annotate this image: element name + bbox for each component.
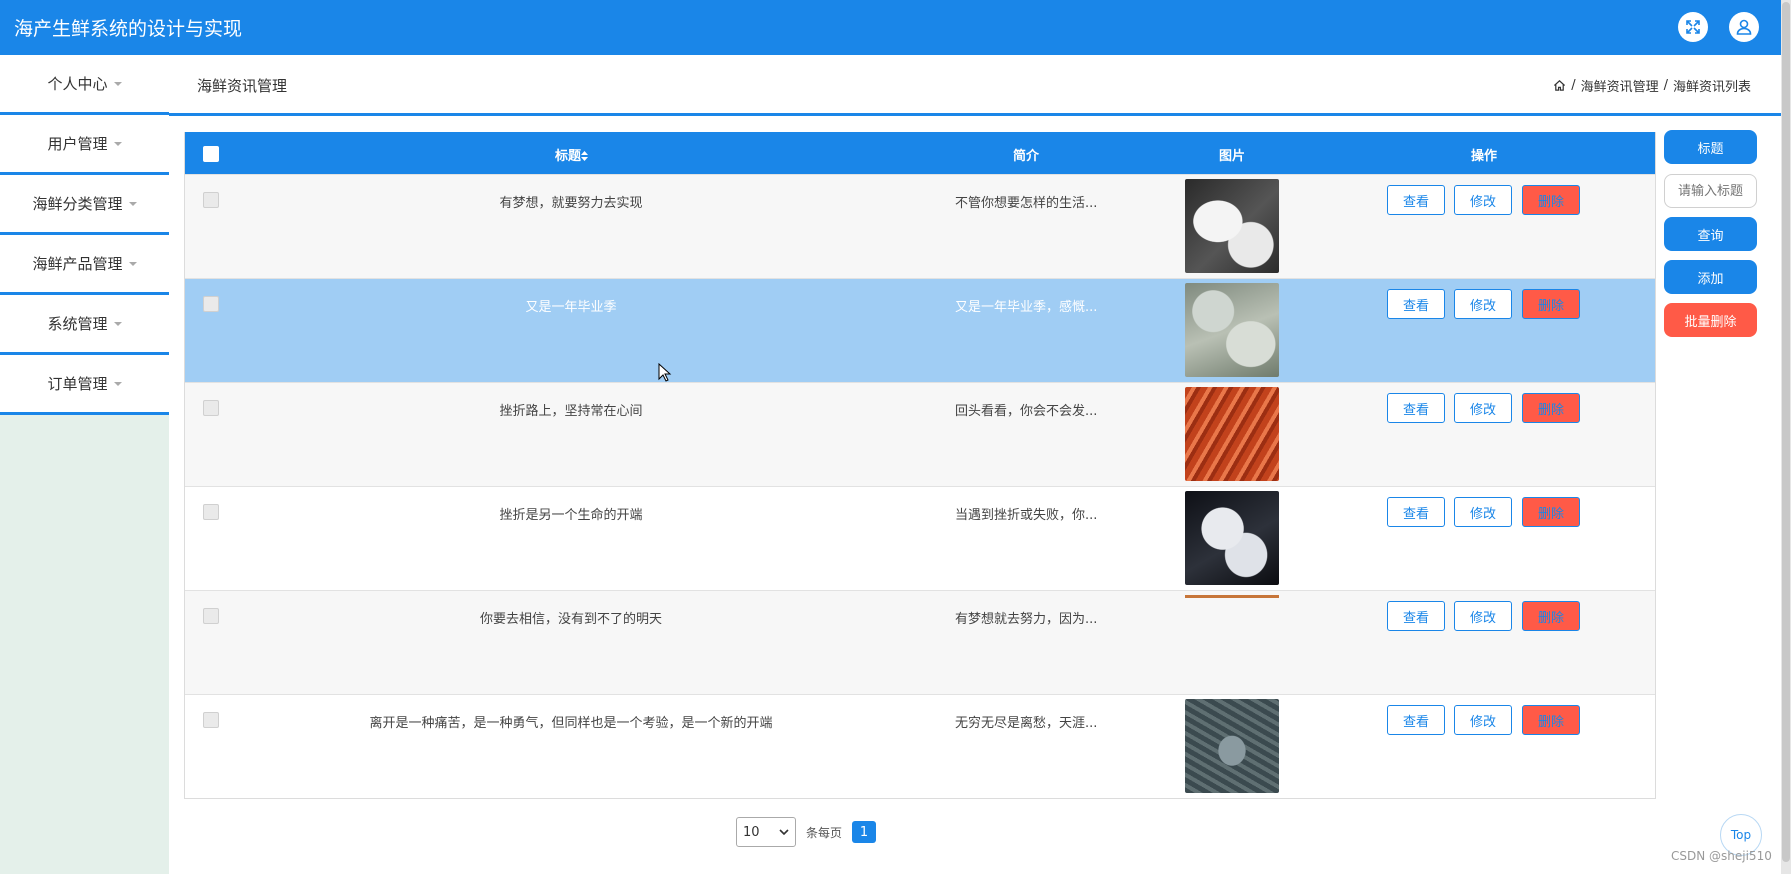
edit-button[interactable]: 修改 xyxy=(1454,185,1512,215)
column-header-title[interactable]: 标题 xyxy=(555,145,589,164)
row-title: 离开是一种痛苦，是一种勇气，但同样也是一个考验，是一个新的开端 xyxy=(369,716,773,731)
sidebar-item-label: 用户管理 xyxy=(47,135,108,153)
edit-button[interactable]: 修改 xyxy=(1454,601,1512,631)
sidebar-item-users[interactable]: 用户管理 xyxy=(0,115,169,175)
table-row[interactable]: 你要去相信，没有到不了的明天 有梦想就去努力，因为... 查看 修改 删除 xyxy=(185,590,1655,694)
per-page-label: 条每页 xyxy=(806,825,843,840)
view-button[interactable]: 查看 xyxy=(1387,185,1445,215)
sidebar: 个人中心 用户管理 海鲜分类管理 海鲜产品管理 系统管理 订单管理 xyxy=(0,55,169,874)
sidebar-item-seafood-products[interactable]: 海鲜产品管理 xyxy=(0,235,169,295)
breadcrumb-separator: / xyxy=(1571,78,1576,93)
sort-icon[interactable] xyxy=(581,151,589,161)
app-title: 海产生鲜系统的设计与实现 xyxy=(14,18,243,40)
caret-down-icon xyxy=(128,201,137,206)
sidebar-item-label: 系统管理 xyxy=(47,315,108,333)
home-icon[interactable] xyxy=(1553,79,1566,92)
table-row[interactable]: 挫折是另一个生命的开端 当遇到挫折或失败，你... 查看 修改 删除 xyxy=(185,486,1655,590)
row-intro: 当遇到挫折或失败，你... xyxy=(955,508,1098,523)
sidebar-item-orders[interactable]: 订单管理 xyxy=(0,355,169,415)
sidebar-item-personal-center[interactable]: 个人中心 xyxy=(0,55,169,115)
delete-button[interactable]: 删除 xyxy=(1522,497,1580,527)
edit-button[interactable]: 修改 xyxy=(1454,705,1512,735)
edit-button[interactable]: 修改 xyxy=(1454,289,1512,319)
sidebar-item-system[interactable]: 系统管理 xyxy=(0,295,169,355)
breadcrumb-separator: / xyxy=(1663,78,1668,93)
sidebar-item-label: 个人中心 xyxy=(47,75,108,93)
row-intro: 又是一年毕业季，感慨... xyxy=(955,300,1098,315)
page-title: 海鲜资讯管理 xyxy=(197,77,288,95)
page-number-button[interactable]: 1 xyxy=(852,821,877,843)
select-all-checkbox[interactable] xyxy=(203,146,219,162)
breadcrumb: / 海鲜资讯管理 / 海鲜资讯列表 xyxy=(1553,76,1751,95)
row-intro: 无穷无尽是离愁，天涯... xyxy=(955,716,1098,731)
row-title: 挫折是另一个生命的开端 xyxy=(499,508,643,523)
table-row[interactable]: 离开是一种痛苦，是一种勇气，但同样也是一个考验，是一个新的开端 无穷无尽是离愁，… xyxy=(185,694,1655,798)
view-button[interactable]: 查看 xyxy=(1387,601,1445,631)
delete-button[interactable]: 删除 xyxy=(1522,289,1580,319)
column-header-intro: 简介 xyxy=(1013,149,1040,164)
column-header-image: 图片 xyxy=(1219,149,1246,164)
add-button[interactable]: 添加 xyxy=(1664,260,1757,294)
batch-delete-button[interactable]: 批量删除 xyxy=(1664,303,1757,337)
caret-down-icon xyxy=(128,261,137,266)
view-button[interactable]: 查看 xyxy=(1387,289,1445,319)
row-intro: 不管你想要怎样的生活... xyxy=(955,196,1098,211)
column-header-title-label: 标题 xyxy=(555,149,582,164)
mouse-cursor-icon xyxy=(658,363,672,382)
table-row[interactable]: 又是一年毕业季 又是一年毕业季，感慨... 查看 修改 删除 xyxy=(185,278,1655,382)
seafood-image xyxy=(1185,699,1279,793)
pagination: 10 条每页 1 xyxy=(736,817,877,847)
caret-down-icon xyxy=(113,141,122,146)
table-row[interactable]: 有梦想，就要努力去实现 不管你想要怎样的生活... 查看 修改 删除 xyxy=(185,174,1655,278)
page-scrollbar[interactable] xyxy=(1781,0,1791,874)
row-intro: 回头看看，你会不会发... xyxy=(955,404,1098,419)
sidebar-item-seafood-category[interactable]: 海鲜分类管理 xyxy=(0,175,169,235)
column-header-actions: 操作 xyxy=(1471,149,1498,164)
news-table: 标题 简介 图片 操作 有梦想，就要努力去实现 不管你想要怎样的生活... 查看… xyxy=(184,132,1656,799)
delete-button[interactable]: 删除 xyxy=(1522,601,1580,631)
watermark: CSDN @sheji510 xyxy=(1671,849,1772,863)
delete-button[interactable]: 删除 xyxy=(1522,705,1580,735)
row-title: 又是一年毕业季 xyxy=(525,300,617,315)
view-button[interactable]: 查看 xyxy=(1387,497,1445,527)
page-size-select[interactable]: 10 xyxy=(736,817,796,847)
row-title: 挫折路上，坚持常在心间 xyxy=(499,404,643,419)
caret-down-icon xyxy=(113,81,122,86)
row-title: 你要去相信，没有到不了的明天 xyxy=(479,612,662,627)
user-icon[interactable] xyxy=(1729,12,1759,42)
sidebar-item-label: 订单管理 xyxy=(47,375,108,393)
seafood-image xyxy=(1185,283,1279,377)
breadcrumb-bar: 海鲜资讯管理 / 海鲜资讯管理 / 海鲜资讯列表 xyxy=(169,55,1781,116)
edit-button[interactable]: 修改 xyxy=(1454,393,1512,423)
title-search-input[interactable] xyxy=(1664,174,1757,208)
title-field-button[interactable]: 标题 xyxy=(1664,130,1757,164)
delete-button[interactable]: 删除 xyxy=(1522,393,1580,423)
view-button[interactable]: 查看 xyxy=(1387,393,1445,423)
sidebar-item-label: 海鲜产品管理 xyxy=(32,255,123,273)
seafood-image xyxy=(1185,387,1279,481)
query-button[interactable]: 查询 xyxy=(1664,217,1757,251)
caret-down-icon xyxy=(113,381,122,386)
page-size-value: 10 xyxy=(743,824,760,840)
row-title: 有梦想，就要努力去实现 xyxy=(499,196,643,211)
fullscreen-icon[interactable] xyxy=(1678,12,1708,42)
sidebar-item-label: 海鲜分类管理 xyxy=(32,195,123,213)
chevron-down-icon xyxy=(779,829,789,835)
breadcrumb-item-news-list: 海鲜资讯列表 xyxy=(1672,80,1751,95)
seafood-image xyxy=(1185,179,1279,273)
edit-button[interactable]: 修改 xyxy=(1454,497,1512,527)
delete-button[interactable]: 删除 xyxy=(1522,185,1580,215)
table-header: 标题 简介 图片 操作 xyxy=(185,132,1655,174)
caret-down-icon xyxy=(113,321,122,326)
row-intro: 有梦想就去努力，因为... xyxy=(955,612,1098,627)
breadcrumb-item-news-management[interactable]: 海鲜资讯管理 xyxy=(1581,76,1659,95)
seafood-image xyxy=(1185,595,1279,598)
table-row[interactable]: 挫折路上，坚持常在心间 回头看看，你会不会发... 查看 修改 删除 xyxy=(185,382,1655,486)
scrollbar-thumb[interactable] xyxy=(1782,2,1790,862)
top-bar: 海产生鲜系统的设计与实现 xyxy=(0,0,1781,55)
view-button[interactable]: 查看 xyxy=(1387,705,1445,735)
seafood-image xyxy=(1185,491,1279,585)
